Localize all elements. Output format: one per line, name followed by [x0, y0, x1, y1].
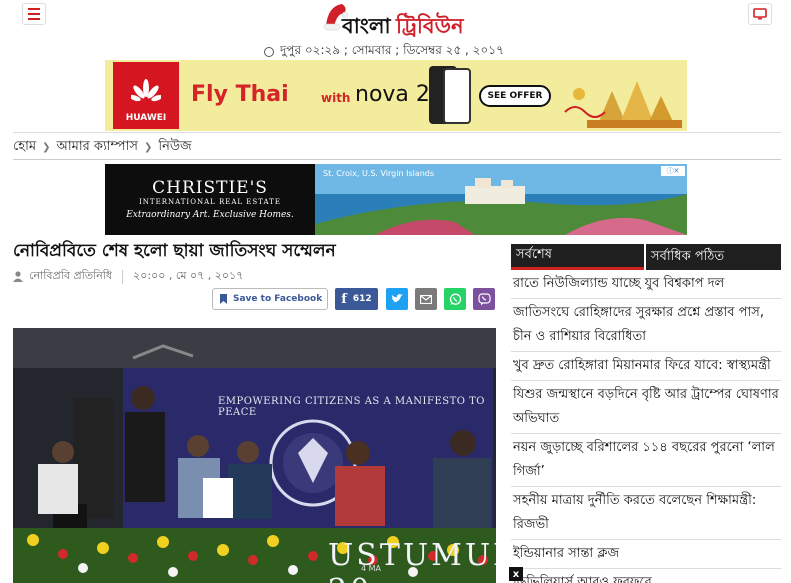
close-icon[interactable]: x	[509, 567, 523, 581]
news-item[interactable]: ডিভিলিয়ার্স আরও ফুরফুরে	[511, 569, 781, 583]
tab-most-read[interactable]: সর্বাধিক পঠিত	[644, 244, 781, 270]
meta-divider	[122, 269, 124, 284]
facebook-icon: f	[341, 291, 347, 307]
christies-subbrand: INTERNATIONAL REAL ESTATE	[139, 198, 281, 206]
christies-advertisement[interactable]: CHRISTIE'S INTERNATIONAL REAL ESTATE Ext…	[105, 164, 687, 235]
huawei-label: HUAWEI	[125, 113, 167, 123]
news-item[interactable]: নয়ন জুড়াচ্ছে বরিশালের ১১৪ বছরের পুরনো …	[511, 434, 781, 487]
hamburger-icon	[28, 8, 40, 10]
christies-brand-panel: CHRISTIE'S INTERNATIONAL REAL ESTATE Ext…	[105, 164, 315, 235]
menu-button[interactable]	[22, 3, 46, 25]
logo-text-bangla: বাংলা	[342, 13, 391, 38]
article-photo[interactable]: EMPOWERING CITIZENS AS A MANIFESTO TO PE…	[13, 328, 496, 583]
save-to-facebook-button[interactable]: Save to Facebook	[212, 288, 328, 310]
photo-logo-text: USTUMUN 20	[328, 538, 496, 583]
user-icon	[13, 271, 23, 282]
whatsapp-icon	[449, 293, 461, 305]
datetime-text: দুপুর ০২:২৯ ; সোমবার ; ডিসেম্বর ২৫ , ২০১…	[280, 43, 504, 57]
twitter-icon	[391, 294, 403, 303]
article-date: ২০:০০ , মে ০৭ , ২০১৭	[133, 269, 244, 282]
divider	[13, 132, 781, 133]
christies-name: CHRISTIE'S	[152, 178, 268, 198]
top-advertisement[interactable]: HUAWEI Fly Thai with nova 2i SEE OFFER	[105, 60, 687, 131]
ad-location: St. Croix, U.S. Virgin Islands	[323, 169, 435, 178]
facebook-share-button[interactable]: f 612	[335, 288, 378, 310]
article-meta: নোবিপ্রবি প্রতিনিধি ২০:০০ , মে ০৭ , ২০১৭	[13, 267, 243, 286]
photo-sub-text: 4 MA	[361, 564, 382, 573]
news-item[interactable]: জাতিসংঘে রোহিঙ্গাদের সুরক্ষার প্রশ্নে প্…	[511, 299, 781, 352]
ad-product: nova 2i	[355, 82, 437, 107]
phone-image-front	[443, 68, 471, 124]
viber-icon	[477, 292, 491, 305]
tv-button[interactable]	[748, 3, 772, 25]
news-item[interactable]: সহনীয় মাত্রায় দুর্নীতি করতে বলেছেন শিক…	[511, 487, 781, 540]
huawei-flower-icon	[131, 79, 161, 102]
ad-headline: Fly Thai	[191, 82, 289, 107]
news-item[interactable]: রাতে নিউজিল্যান্ড যাচ্ছে যুব বিশ্বকাপ দল	[511, 270, 781, 299]
whatsapp-share-button[interactable]	[444, 288, 466, 310]
christies-tagline: Extraordinary Art. Exclusive Homes.	[126, 210, 294, 220]
adchoices-icon[interactable]: ⓘ✕	[661, 166, 685, 176]
chevron-right-icon: ❯	[42, 142, 51, 153]
news-item[interactable]: ইন্ডিয়ানার সান্তা ক্লজ	[511, 540, 781, 569]
temple-illustration	[564, 81, 682, 128]
tv-icon	[753, 8, 767, 20]
email-share-button[interactable]	[415, 288, 437, 310]
clock-icon	[264, 47, 274, 57]
article-title: নোবিপ্রবিতে শেষ হলো ছায়া জাতিসংঘ সম্মেল…	[13, 241, 336, 261]
bookmark-icon	[220, 294, 227, 304]
latest-news-list: রাতে নিউজিল্যান্ড যাচ্ছে যুব বিশ্বকাপ দল…	[511, 270, 781, 583]
logo-text-tribune: ট্রিবিউন	[396, 13, 464, 38]
news-item[interactable]: যিশুর জন্মস্থানে বড়দিনে বৃষ্টি আর ট্রাম…	[511, 381, 781, 434]
ad-with: with	[321, 91, 351, 105]
current-datetime: দুপুর ০২:২৯ ; সোমবার ; ডিসেম্বর ২৫ , ২০১…	[264, 42, 504, 62]
twitter-share-button[interactable]	[386, 288, 408, 310]
sidebar-tabs: সর্বশেষ সর্বাধিক পঠিত	[511, 244, 781, 270]
breadcrumb-campus[interactable]: আমার ক্যাম্পাস	[56, 137, 138, 158]
site-logo[interactable]: বাংলা ট্রিবিউন	[322, 0, 472, 42]
breadcrumb-home[interactable]: হোম	[13, 137, 36, 158]
news-item[interactable]: খুব দ্রুত রোহিঙ্গারা মিয়ানমার ফিরে যাবে…	[511, 352, 781, 381]
facebook-share-count: 612	[352, 294, 372, 304]
article-author[interactable]: নোবিপ্রবি প্রতিনিধি	[29, 267, 112, 286]
see-offer-button[interactable]: SEE OFFER	[479, 85, 551, 107]
breadcrumb-news[interactable]: নিউজ	[158, 137, 191, 158]
chevron-right-icon: ❯	[143, 142, 153, 153]
huawei-logo: HUAWEI	[113, 62, 179, 129]
breadcrumb: হোম ❯ আমার ক্যাম্পাস ❯ নিউজ	[13, 136, 781, 160]
viber-share-button[interactable]	[473, 288, 495, 310]
envelope-icon	[420, 294, 432, 304]
save-label: Save to Facebook	[233, 294, 323, 304]
tab-latest[interactable]: সর্বশেষ	[511, 244, 644, 270]
photo-banner-text: EMPOWERING CITIZENS AS A MANIFESTO TO PE…	[218, 396, 486, 418]
